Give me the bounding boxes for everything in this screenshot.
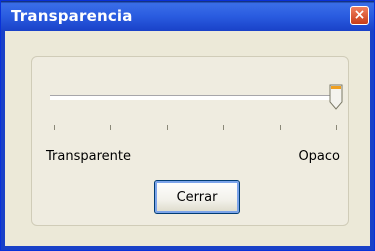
transparency-dialog: Transparencia × Transparente Opaco Cerra… bbox=[0, 0, 375, 251]
slider-tick bbox=[336, 125, 337, 130]
slider-tick bbox=[166, 125, 168, 130]
window-frame-left bbox=[1, 31, 5, 250]
close-icon[interactable]: × bbox=[350, 6, 369, 25]
slider-min-label: Transparente bbox=[46, 149, 131, 164]
slider-max-label: Opaco bbox=[298, 149, 340, 164]
window-frame-right bbox=[370, 31, 374, 250]
title-bar[interactable]: Transparencia × bbox=[1, 1, 374, 31]
slider-ticks bbox=[32, 125, 348, 133]
window-frame-bottom bbox=[1, 246, 374, 250]
slider-tick bbox=[110, 125, 112, 130]
slider-track[interactable] bbox=[50, 95, 340, 100]
slider-thumb[interactable] bbox=[329, 84, 343, 110]
window-title: Transparencia bbox=[11, 7, 133, 25]
close-button[interactable]: Cerrar bbox=[154, 180, 240, 214]
slider-tick bbox=[54, 125, 55, 130]
slider-tick bbox=[279, 125, 281, 130]
slider-group: Transparente Opaco Cerrar bbox=[31, 56, 349, 226]
slider-tick bbox=[223, 125, 225, 130]
